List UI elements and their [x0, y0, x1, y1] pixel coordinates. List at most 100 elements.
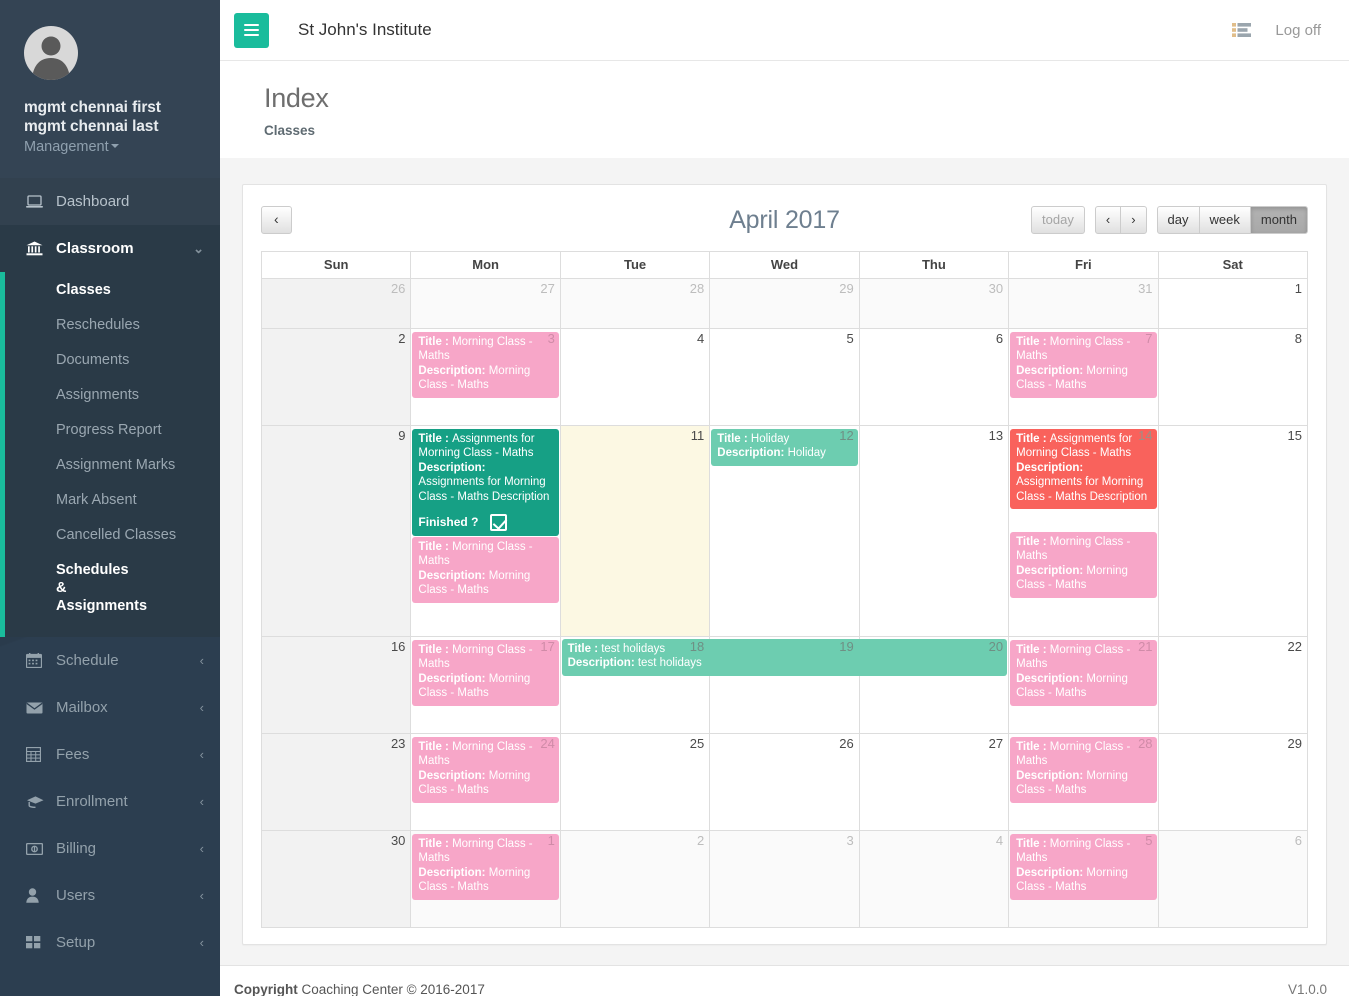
calendar-event[interactable]: Title : Assignments for Morning Class - … — [412, 429, 559, 537]
calendar-day-cell[interactable]: 23 — [262, 734, 411, 830]
sidebar-subitem-documents[interactable]: Documents — [0, 342, 220, 377]
sidebar-item-schedule[interactable]: Schedule ‹ — [0, 637, 220, 684]
calendar-day-cell[interactable]: 11 — [559, 426, 710, 636]
calendar-day-cell[interactable]: 5 — [709, 329, 858, 425]
calendar-day-cell[interactable]: 28 Title : Morning Class - Maths Descripti… — [1008, 734, 1157, 830]
calendar-day-cell[interactable]: 2 — [262, 329, 411, 425]
sidebar-item-billing[interactable]: Billing ‹ — [0, 825, 220, 872]
sidebar-subitem-cancelled-classes[interactable]: Cancelled Classes — [0, 517, 220, 552]
sidebar-subitem-classes[interactable]: Classes — [0, 272, 220, 307]
calendar-day-cell[interactable]: 5 Title : Morning Class - Maths Descriptio… — [1008, 831, 1158, 927]
calendar-day-cell[interactable]: 4 — [858, 831, 1009, 927]
calendar-event[interactable]: Title : Morning Class - Maths Description… — [1010, 640, 1157, 706]
prev-month-button[interactable]: ‹ — [1094, 205, 1122, 235]
calendar-day-cell[interactable]: 25 — [559, 734, 709, 830]
calendar-day-cell[interactable]: 15 — [1157, 426, 1307, 636]
day-number: 13 — [988, 428, 1004, 443]
calendar-weeks: 26 27 28 29 30 31 1 2 3 Title : Morning Class - M… — [262, 279, 1307, 927]
sidebar-item-users[interactable]: Users ‹ — [0, 872, 220, 919]
calendar-day-cell[interactable]: 10Title : Assignments for Morning Class … — [410, 426, 559, 636]
laptop-icon — [26, 194, 48, 209]
day-events — [561, 428, 709, 429]
finished-checkbox[interactable] — [490, 514, 508, 532]
sidebar-subitem-assignment-marks[interactable]: Assignment Marks — [0, 447, 220, 482]
calendar-day-cell[interactable]: 24 Title : Morning Class - Maths Descripti… — [410, 734, 559, 830]
calendar-day-cell[interactable]: 29 — [1157, 734, 1307, 830]
calendar-day-cell[interactable]: 26 — [262, 279, 411, 328]
day-events: Title : Morning Class - Maths Description… — [411, 331, 559, 398]
calendar-day-cell[interactable]: 3 — [709, 831, 859, 927]
day-events — [262, 736, 410, 737]
calendar-event[interactable]: Title : Morning Class - Maths Description… — [1010, 532, 1157, 598]
today-button[interactable]: today — [1031, 205, 1085, 235]
day-events: Title : Morning Class - Maths Description… — [1009, 639, 1157, 706]
calendar-day-cell[interactable]: 9 — [262, 426, 411, 636]
calendar-day-cell[interactable]: 8 — [1157, 329, 1307, 425]
calendar-event[interactable]: Title : Morning Class - Maths Description… — [412, 332, 559, 398]
calendar-event[interactable]: Title : Morning Class - Maths Description… — [1010, 834, 1157, 900]
chevron-left-icon: ‹ — [199, 653, 204, 668]
day-events: Title : Morning Class - Maths Description… — [1009, 331, 1157, 398]
view-month-button[interactable]: month — [1249, 205, 1308, 235]
th-list-icon[interactable] — [1232, 22, 1252, 38]
calendar-multiday-event[interactable]: Title : test holidays Description: test h… — [561, 639, 1008, 676]
sidebar-subitem-reschedules[interactable]: Reschedules — [0, 307, 220, 342]
logoff-link[interactable]: Log off — [1269, 18, 1327, 43]
event-desc-label: Description: — [418, 866, 489, 879]
calendar-day-cell[interactable]: 27 — [858, 734, 1008, 830]
day-events — [1159, 833, 1307, 834]
sidebar-subitem-progress-report[interactable]: Progress Report — [0, 412, 220, 447]
sidebar-item-fees[interactable]: Fees ‹ — [0, 731, 220, 778]
calendar-event[interactable]: Title : Morning Class - Maths Description… — [412, 640, 559, 706]
calendar-day-cell[interactable]: 12 Title : Holiday Description: Holiday — [709, 426, 858, 636]
sidebar-subitem-assignments[interactable]: Assignments — [0, 377, 220, 412]
calendar-day-cell[interactable]: 22 — [1157, 637, 1307, 733]
calendar-event[interactable]: Title : Holiday Description: Holiday — [711, 429, 858, 466]
calendar-day-cell[interactable]: 28 — [559, 279, 710, 328]
day-number: 26 — [839, 736, 854, 751]
calendar-day-cell[interactable]: 31 — [1008, 279, 1158, 328]
view-day-button[interactable]: day — [1156, 205, 1200, 235]
calendar-day-cell[interactable]: 2 — [559, 831, 710, 927]
sidebar-item-mailbox[interactable]: Mailbox ‹ — [0, 684, 220, 731]
calendar-day-cell[interactable]: 6 — [858, 329, 1008, 425]
calendar-day-cell[interactable]: 6 — [1157, 831, 1307, 927]
sidebar-item-setup[interactable]: Setup ‹ — [0, 919, 220, 966]
calendar-event[interactable]: Title : Morning Class - Maths Description… — [412, 537, 559, 603]
calendar-day-cell[interactable]: 1 — [1157, 279, 1307, 328]
sidebar-subitem-schedules-assignments[interactable]: Schedules & Assignments — [0, 552, 147, 623]
calendar-day-cell[interactable]: 3 Title : Morning Class - Maths Descriptio… — [410, 329, 559, 425]
calendar-day-cell[interactable]: 13 — [858, 426, 1008, 636]
calendar-day-cell[interactable]: 29 — [709, 279, 859, 328]
menu-toggle-button[interactable] — [234, 12, 269, 48]
view-week-button[interactable]: week — [1198, 205, 1251, 235]
calendar-day-cell[interactable]: 4 — [559, 329, 709, 425]
calendar-day-cell[interactable]: 16 — [262, 637, 411, 733]
sidebar-item-label: Users — [56, 887, 96, 904]
sidebar-item-dashboard[interactable]: Dashboard — [0, 178, 220, 225]
calendar-day-cell[interactable]: 30 — [858, 279, 1009, 328]
sidebar-subitem-mark-absent[interactable]: Mark Absent — [0, 482, 220, 517]
calendar-event[interactable]: Title : Assignments for Morning Class - … — [1010, 429, 1157, 510]
calendar-event[interactable]: Title : Morning Class - Maths Description… — [412, 834, 559, 900]
calendar-event[interactable]: Title : Morning Class - Maths Description… — [1010, 737, 1157, 803]
weekday-wed: Wed — [709, 252, 858, 278]
calendar-day-cell[interactable]: 30 — [262, 831, 411, 927]
calendar-week-row: 2 3 Title : Morning Class - Maths Descripti… — [262, 329, 1307, 426]
user-role-wrap[interactable]: Management — [24, 136, 202, 156]
sidebar-item-enrollment[interactable]: Enrollment ‹ — [0, 778, 220, 825]
calendar-day-cell[interactable]: 1 Title : Morning Class - Maths Descriptio… — [410, 831, 560, 927]
calendar-day-cell[interactable]: 14 Title : Assignments for Morning Class … — [1008, 426, 1157, 636]
calendar-event[interactable]: Title : Morning Class - Maths Description… — [412, 737, 559, 803]
weekday-tue: Tue — [559, 252, 709, 278]
calendar-event[interactable]: Title : Morning Class - Maths Description… — [1010, 332, 1157, 398]
calendar-day-cell[interactable]: 26 — [709, 734, 858, 830]
sidebar-item-classroom[interactable]: Classroom ⌄ — [0, 225, 220, 272]
next-month-button[interactable]: › — [1120, 205, 1147, 235]
back-button[interactable]: ‹ — [261, 206, 292, 234]
calendar-day-cell[interactable]: 17 Title : Morning Class - Maths Descripti… — [410, 637, 559, 733]
calendar-day-cell[interactable]: 27 — [410, 279, 560, 328]
day-events — [710, 833, 858, 834]
calendar-day-cell[interactable]: 21 Title : Morning Class - Maths Descripti… — [1008, 637, 1157, 733]
calendar-day-cell[interactable]: 7 Title : Morning Class - Maths Descriptio… — [1008, 329, 1157, 425]
